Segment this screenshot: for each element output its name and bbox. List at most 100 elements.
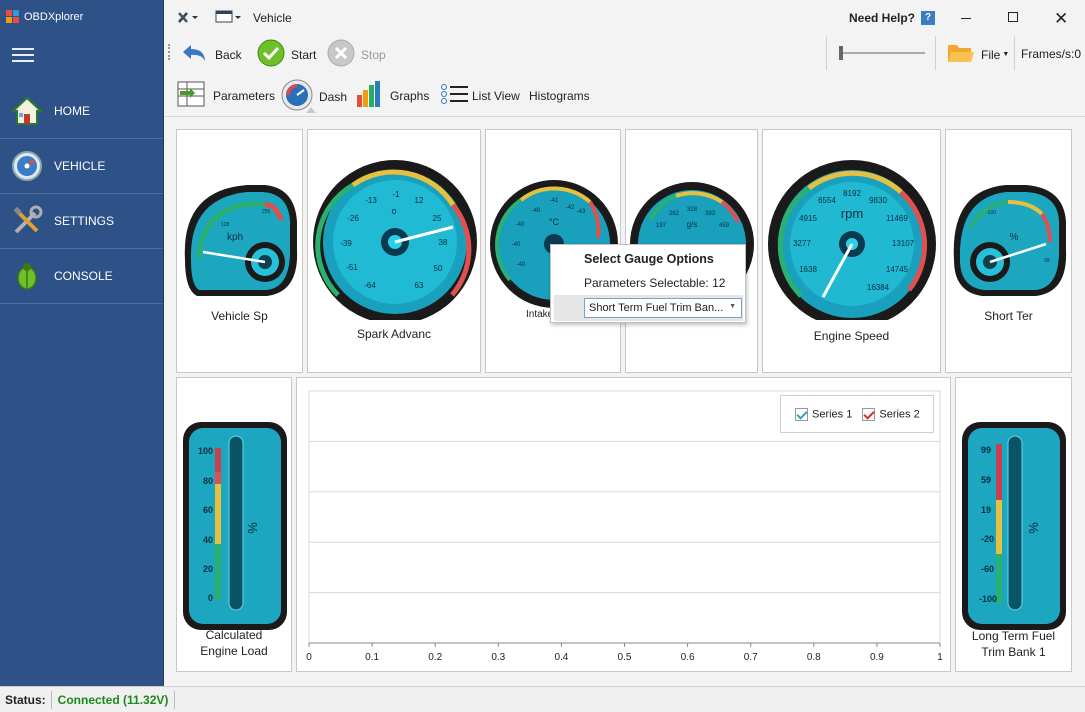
gauge-tick: 6554 [818,196,836,205]
file-menu[interactable]: File ▼ [947,41,1009,68]
x-tick-label: 0.2 [428,652,442,663]
app-title: OBDXplorer [6,10,83,24]
back-button[interactable]: Back [181,40,242,69]
tab-graphs[interactable]: Graphs [356,81,429,110]
gauge-unit: rpm [841,206,863,221]
gauge-vehicle-speed[interactable]: kph 255 128 Vehicle Sp [176,129,303,373]
help-icon: ? [921,11,936,25]
gauge-tick: 13107 [892,239,915,248]
sidebar-item-home[interactable]: HOME [0,84,163,139]
tab-label: List View [472,88,520,103]
zoom-slider[interactable] [837,44,927,62]
gauge-tick: -100 [986,210,996,216]
gauge-tick: 1638 [799,265,817,274]
gauge-tick: -39 [340,239,352,248]
gauge-calculated-engine-load[interactable]: % 100 80 60 40 20 0 Calculated Engine Lo… [176,377,292,672]
x-tick-label: 0.9 [870,652,884,663]
minimize-button[interactable] [961,12,971,19]
stop-icon [327,39,355,70]
status-bar: Status: Connected (11.32V) [0,686,1085,712]
legend-label: Series 2 [879,407,920,420]
gauge-tick: -60 [981,564,994,574]
gauge-unit: % [1010,232,1019,243]
gauge-tick: 40 [203,535,213,545]
x-tick-label: 0.8 [807,652,821,663]
gauge-tick: 38 [439,238,448,247]
sidebar-item-console[interactable]: CONSOLE [0,249,163,304]
x-tick-label: 0.7 [744,652,758,663]
gauge-label-line1: Calculated [205,628,263,642]
page-title: Vehicle [253,11,292,25]
maximize-icon [1008,12,1018,22]
gauge-unit: o [391,206,396,216]
file-label: File [981,47,1001,62]
gauge-tick: 459 [719,223,730,229]
gauge-engine-speed[interactable]: rpm 8192 9830 11469 13107 14745 16384 65… [762,129,941,373]
gauge-tick: -40 [517,262,526,268]
gauge-label: Engine Speed [813,329,890,343]
start-label: Start [291,47,317,62]
x-tick-label: 0.4 [554,652,568,663]
gauge-label-line1: Long Term Fuel [971,629,1056,643]
legend-series-2[interactable]: Series 2 [862,407,920,421]
gauge-long-term-fuel-trim[interactable]: % 99 59 19 -20 -60 -100 Long Term Fuel T… [955,377,1072,672]
sidebar-item-vehicle[interactable]: VEHICLE [0,139,163,194]
gauge-tick: 16384 [867,283,890,292]
gauge-tick: -40 [512,242,521,248]
gauge-tick: 59 [981,475,991,485]
window-dropdown[interactable] [215,10,241,27]
need-help-label: Need Help? [849,11,916,25]
gauge-short-term-fuel-trim[interactable]: % -100 99 Short Ter [945,129,1072,373]
menu-icon[interactable] [12,48,34,64]
legend-series-1[interactable]: Series 1 [795,407,852,421]
tools-dropdown-icon [177,10,199,27]
select-value: Short Term Fuel Trim Ban... [589,302,724,314]
gauge-label: Short Ter [984,309,1033,323]
gauge-tick: 255 [262,209,271,215]
gauge-label: Vehicle Sp [211,309,268,323]
gauge-tick: 63 [415,281,424,290]
stop-label: Stop [361,47,386,62]
tab-parameters[interactable]: Parameters [177,79,275,112]
chevron-down-icon: ▼ [1002,51,1010,58]
chart-legend: Series 1 Series 2 [780,395,934,433]
gauge-tick: 393 [705,211,716,217]
gauge-parameter-select[interactable]: Short Term Fuel Trim Ban... ▼ [584,298,742,318]
gauge-tick: 3277 [793,239,811,248]
stop-button[interactable]: Stop [327,39,386,70]
back-arrow-icon [181,40,209,69]
gauge-tick: 12 [415,196,424,205]
gauge-tick: 20 [203,564,213,574]
gauge-spark-advance[interactable]: o -1 12 25 38 50 63 -64 -51 -39 -26 -13 … [307,129,481,373]
app-title-text: OBDXplorer [24,11,84,23]
action-toolbar: Back Start Stop File ▼ Frames/s:0 [165,36,1085,72]
tab-histograms[interactable]: Histograms [529,89,590,103]
gauge-tick: 14745 [886,265,909,274]
start-button[interactable]: Start [257,39,316,70]
x-tick-label: 1 [937,652,943,663]
sidebar: OBDXplorer HOME VEHICLE SETTINGS CONSOLE [0,0,164,686]
sidebar-item-settings[interactable]: SETTINGS [0,194,163,249]
tab-list-view[interactable]: List View [441,83,520,108]
gauge-tick: -20 [981,534,994,544]
x-tick-label: 0 [306,652,312,663]
sidebar-item-label: VEHICLE [54,159,106,173]
gauge-tick: 99 [981,445,991,455]
gauge-unit: % [245,522,260,534]
close-button[interactable]: ✕ [1054,9,1068,29]
gauge-tick: 11469 [886,214,908,223]
window-icon [215,10,241,27]
bar-chart-icon [356,81,384,110]
maximize-button[interactable] [1008,12,1018,22]
status-value: Connected (11.32V) [52,690,176,709]
home-icon [10,94,44,128]
gauge-options-popup: Select Gauge Options Parameters Selectab… [550,244,746,323]
parameters-icon [177,79,207,112]
status-label: Status: [0,690,52,709]
need-help-link[interactable]: Need Help? ? [849,11,936,25]
back-label: Back [215,47,242,62]
gauge-unit: kph [227,232,243,243]
tools-dropdown[interactable] [177,10,199,27]
gauge-tick: -43 [577,209,586,215]
x-tick-label: 0.6 [681,652,695,663]
